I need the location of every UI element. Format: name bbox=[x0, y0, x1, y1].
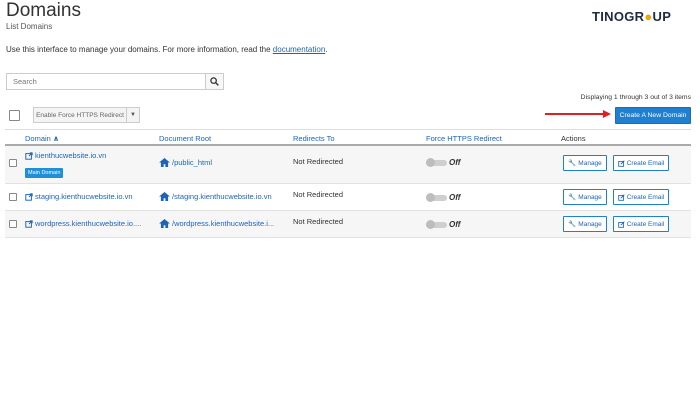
home-icon bbox=[159, 219, 170, 228]
create-email-label: Create Email bbox=[626, 220, 665, 228]
column-header-https[interactable]: Force HTTPS Redirect bbox=[426, 134, 502, 143]
intro-suffix: . bbox=[325, 45, 328, 54]
sort-asc-icon: ∧ bbox=[52, 134, 60, 143]
row-checkbox[interactable] bbox=[9, 159, 17, 167]
toggle-knob bbox=[426, 193, 435, 202]
column-header-actions: Actions bbox=[561, 134, 586, 143]
row-checkbox[interactable] bbox=[9, 220, 17, 228]
table-row: kienthucwebsite.io.vn Main Domain /publi… bbox=[5, 146, 691, 184]
wrench-icon: 🔧 bbox=[568, 194, 577, 201]
edit-icon bbox=[617, 220, 625, 228]
document-root-link[interactable]: /staging.kienthucwebsite.io.vn bbox=[172, 192, 272, 201]
document-root-link[interactable]: /wordpress.kienthucwebsite.i... bbox=[172, 219, 274, 228]
page-subtitle: List Domains bbox=[6, 22, 53, 31]
column-header-domain-label: Domain bbox=[25, 134, 51, 143]
logo-text-3: UP bbox=[652, 9, 672, 24]
create-email-button[interactable]: Create Email bbox=[613, 155, 669, 171]
domain-link[interactable]: wordpress.kienthucwebsite.io.... bbox=[35, 219, 141, 228]
toggle-knob bbox=[426, 158, 435, 167]
domain-cell: wordpress.kienthucwebsite.io.... bbox=[25, 219, 141, 228]
table-row: wordpress.kienthucwebsite.io.... /wordpr… bbox=[5, 211, 691, 238]
create-email-label: Create Email bbox=[626, 193, 665, 201]
manage-button[interactable]: 🔧 Manage bbox=[563, 189, 607, 205]
domain-link[interactable]: kienthucwebsite.io.vn bbox=[35, 151, 106, 160]
manage-label: Manage bbox=[578, 193, 602, 201]
search-icon bbox=[210, 77, 219, 86]
annotation-arrow-icon bbox=[545, 110, 611, 118]
main-domain-badge: Main Domain bbox=[25, 168, 64, 178]
page-title: Domains bbox=[6, 0, 81, 21]
create-domain-button[interactable]: Create A New Domain bbox=[615, 107, 691, 124]
manage-label: Manage bbox=[578, 220, 602, 228]
logo-text-2: GR bbox=[624, 9, 645, 24]
column-header-domain[interactable]: Domain ∧ bbox=[25, 134, 59, 143]
domain-cell: kienthucwebsite.io.vn bbox=[25, 151, 106, 160]
external-link-icon bbox=[25, 219, 33, 228]
create-email-button[interactable]: Create Email bbox=[613, 216, 669, 232]
row-checkbox[interactable] bbox=[9, 193, 17, 201]
https-status: Off bbox=[449, 158, 461, 167]
document-root-cell: /wordpress.kienthucwebsite.i... bbox=[159, 219, 274, 228]
documentation-link[interactable]: documentation bbox=[273, 45, 325, 54]
wrench-icon: 🔧 bbox=[568, 160, 577, 167]
logo-o-icon: ● bbox=[644, 9, 653, 24]
column-header-document-root[interactable]: Document Root bbox=[159, 134, 211, 143]
column-header-redirects[interactable]: Redirects To bbox=[293, 134, 335, 143]
redirect-status: Not Redirected bbox=[293, 157, 344, 166]
https-status: Off bbox=[449, 193, 461, 202]
domain-cell: staging.kienthucwebsite.io.vn bbox=[25, 192, 133, 201]
wrench-icon: 🔧 bbox=[568, 221, 577, 228]
external-link-icon bbox=[25, 192, 33, 201]
https-status: Off bbox=[449, 220, 461, 229]
edit-icon bbox=[617, 159, 625, 167]
home-icon bbox=[159, 192, 170, 201]
redirect-status: Not Redirected bbox=[293, 217, 344, 226]
chevron-down-icon[interactable]: ▼ bbox=[126, 108, 139, 122]
logo-text-1: TINO bbox=[592, 9, 625, 24]
document-root-cell: /staging.kienthucwebsite.io.vn bbox=[159, 192, 272, 201]
https-toggle[interactable] bbox=[426, 158, 447, 167]
domains-table: Domain ∧ Document Root Redirects To Forc… bbox=[5, 129, 691, 238]
https-toggle[interactable] bbox=[426, 193, 447, 202]
domain-link[interactable]: staging.kienthucwebsite.io.vn bbox=[35, 192, 133, 201]
redirect-status: Not Redirected bbox=[293, 190, 344, 199]
edit-icon bbox=[617, 193, 625, 201]
search-input[interactable] bbox=[6, 73, 205, 90]
create-email-label: Create Email bbox=[626, 159, 665, 167]
intro-text: Use this interface to manage your domain… bbox=[6, 45, 328, 54]
pagination-info: Displaying 1 through 3 out of 3 items bbox=[580, 94, 691, 101]
document-root-link[interactable]: /public_html bbox=[172, 158, 212, 167]
create-email-button[interactable]: Create Email bbox=[613, 189, 669, 205]
bulk-action-label: Enable Force HTTPS Redirect bbox=[36, 111, 124, 119]
home-icon bbox=[159, 158, 170, 167]
tinogroup-logo: TINOGR●UP bbox=[592, 9, 671, 24]
document-root-cell: /public_html bbox=[159, 158, 212, 167]
manage-label: Manage bbox=[578, 159, 602, 167]
manage-button[interactable]: 🔧 Manage bbox=[563, 216, 607, 232]
search-button[interactable] bbox=[205, 73, 224, 90]
https-toggle[interactable] bbox=[426, 220, 447, 229]
manage-button[interactable]: 🔧 Manage bbox=[563, 155, 607, 171]
search-bar bbox=[6, 73, 224, 90]
select-all-checkbox[interactable] bbox=[9, 110, 20, 121]
table-header: Domain ∧ Document Root Redirects To Forc… bbox=[5, 129, 691, 146]
intro-body: Use this interface to manage your domain… bbox=[6, 45, 273, 54]
bulk-action-dropdown[interactable]: Enable Force HTTPS Redirect ▼ bbox=[33, 107, 140, 123]
toggle-knob bbox=[426, 220, 435, 229]
external-link-icon bbox=[25, 151, 33, 160]
table-row: staging.kienthucwebsite.io.vn /staging.k… bbox=[5, 184, 691, 211]
